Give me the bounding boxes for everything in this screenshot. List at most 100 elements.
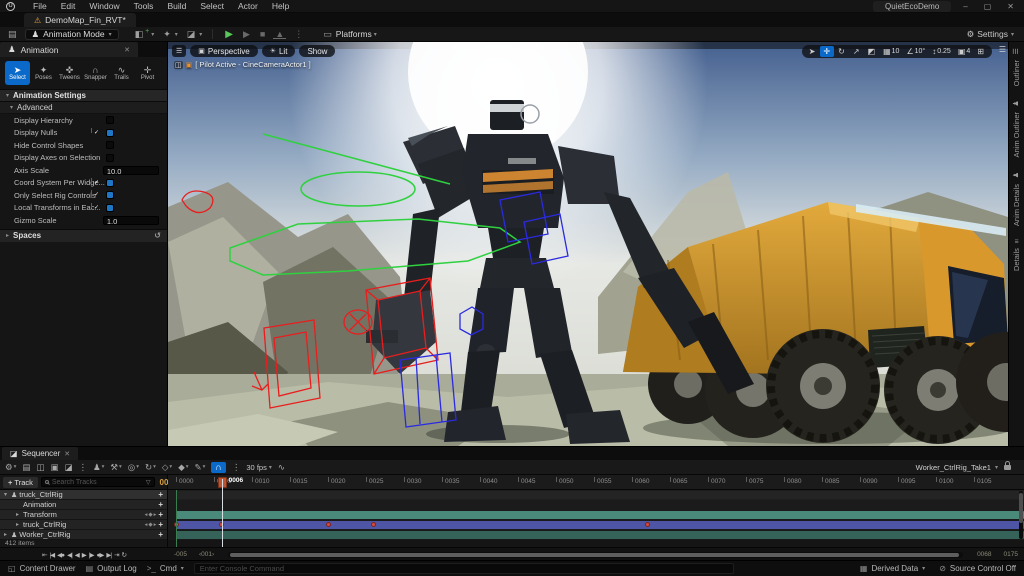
next-keyframe-button[interactable]: ▶| [106,551,111,559]
snap-options-icon[interactable]: ⋮ [232,462,241,473]
sequencer-track-row[interactable]: ♟ Animation ◂◆▸ + [0,500,167,510]
close-button[interactable]: ✕ [1003,2,1018,11]
unreal-logo-icon[interactable]: U [6,2,15,11]
animation-settings-header[interactable]: ▾ Animation Settings [0,89,167,102]
checkbox[interactable]: ✓ [106,179,114,187]
add-section-icon[interactable]: + [158,510,163,519]
camera-icon[interactable]: ▣ ▾ [50,462,58,473]
fps-selector[interactable]: 30 fps ▾ [246,463,271,472]
close-icon[interactable]: ✕ [124,46,130,54]
menu-item[interactable]: Actor [232,1,264,11]
render-movie-icon[interactable]: ◪ ▾ [64,462,72,473]
level-tab[interactable]: ⚠ DemoMap_Fin_RVT* [24,13,136,27]
exit-pilot-icon[interactable]: ◫ [174,61,183,69]
working-range-end[interactable]: 0175 [1004,551,1018,558]
blueprints-button[interactable]: ✦ ▾ [161,29,178,40]
actions-icon[interactable]: ⚒ ▾ [110,462,121,473]
add-section-icon[interactable]: + [158,500,163,509]
sequencer-track-row[interactable]: ▸ ♟ Worker_CtrlRig ◂◆▸ + [0,530,167,540]
track-lane-group[interactable] [168,490,1024,500]
anim-mode-button[interactable]: ✛ Pivot [135,61,160,85]
expander-icon[interactable]: ▾ [4,491,11,498]
play-keys-button[interactable]: ●▶ [96,551,103,559]
sequence-breadcrumb[interactable]: Worker_CtrlRig_Take1 ▾ [916,463,1011,472]
set-end-button[interactable]: ⇥ [114,551,118,559]
derived-data-button[interactable]: ▦ Derived Data ▾ [860,564,925,573]
menu-item[interactable]: File [27,1,53,11]
add-section-icon[interactable]: + [158,490,163,499]
scale-tool-icon[interactable]: ↗ [850,46,864,57]
side-panel-tab[interactable]: Details ≡ [1012,240,1021,271]
kebab-icon[interactable]: ⋮ ▾ [79,462,88,473]
sequencer-track-row[interactable]: ▾ ♟ truck_CtrlRig ◂◆▸ + [0,490,167,500]
playhead[interactable]: 0006 [222,475,223,547]
cmd-selector[interactable]: >_ Cmd ▾ [147,564,184,573]
save-sequence-icon[interactable]: ▤ ▾ [22,462,30,473]
play-reverse-button[interactable]: ◀ [75,551,79,559]
viewport-options-icon[interactable]: ☰ [999,45,1006,54]
viewport-scene[interactable] [168,42,1008,446]
anim-mode-button[interactable]: ✦ Poses [31,61,56,85]
menu-item[interactable]: Edit [55,1,82,11]
side-panel-tab[interactable]: Outliner ☰ [1012,48,1021,86]
expander-icon[interactable]: ▸ [16,521,23,528]
menu-item[interactable]: Help [266,1,295,11]
autokey-icon[interactable]: ◆ ▾ [178,462,188,473]
value-field[interactable]: 1.0 [103,216,159,225]
checkbox[interactable]: ✓ [106,204,114,212]
add-actor-button[interactable]: ◧ + ▾ [133,29,155,40]
anim-mode-button[interactable]: ∩ Snapper [83,61,108,85]
eject-button[interactable]: ▲ [273,30,286,39]
platforms-button[interactable]: ▭ Platforms ▾ [321,29,376,40]
content-drawer-button[interactable]: ◱ Content Drawer [8,564,76,573]
spaces-header[interactable]: ▸ Spaces ↺ [0,229,167,242]
show-flags-button[interactable]: Show [299,45,335,57]
add-section-icon[interactable]: + [158,520,163,529]
viewport-menu-button[interactable]: ☰ [172,45,186,57]
anim-mode-button[interactable]: ➤ Select [5,61,30,85]
checkbox[interactable]: ✓ [106,129,114,137]
camera-speed-icon[interactable]: ▣ 4 [955,46,973,57]
curve-editor-icon[interactable]: ∿ [278,462,285,473]
playback-options-icon[interactable]: ↻ ▾ [145,462,156,473]
browse-sequence-icon[interactable]: ◫ ▾ [36,462,44,473]
console-input[interactable] [194,563,734,574]
bindings-icon[interactable]: ♟ ▾ [93,462,104,473]
playback-range-end[interactable]: 0068 [977,551,991,558]
sequencer-timeline[interactable]: 0000000500100015002000250030003500400045… [168,475,1024,547]
stop-button[interactable]: ■ [258,29,267,39]
track-lane-animation[interactable] [168,500,1024,510]
play-button[interactable]: ▶ [223,29,235,40]
filter-icon[interactable]: ▽ [146,479,151,486]
editor-mode-select[interactable]: ♟ Animation Mode ▾ [25,29,119,40]
sequencer-track-row[interactable]: ▸ ♟ truck_CtrlRig ◂◆▸ + [0,520,167,530]
checkbox[interactable]: ✓ [106,141,114,149]
menu-item[interactable]: Tools [128,1,160,11]
checkbox[interactable]: ✓ [106,191,114,199]
perspective-selector[interactable]: ▣ Perspective [190,45,257,57]
keyframe-dot[interactable] [645,522,650,527]
source-control-button[interactable]: ⊘ Source Control Off [939,564,1016,573]
level-viewport[interactable]: ☰ ▣ Perspective ☀ Lit Show ◫ ▣ [ Pilot A… [168,42,1008,446]
snap-toggle-button[interactable]: ∩ [211,462,226,473]
skip-button[interactable]: ▶ [241,29,252,40]
expander-icon[interactable]: ▸ [4,531,11,538]
track-search[interactable]: ▽ [41,477,155,487]
rotation-snap-icon[interactable]: ∠ 10° [903,46,928,57]
prev-keyframe-button[interactable]: |◀ [49,551,54,559]
timeline-ruler[interactable]: 0000000500100015002000250030003500400045… [168,475,1024,490]
sequencer-options-icon[interactable]: ⚙ ▾ [5,462,16,473]
output-log-button[interactable]: ▤ Output Log [86,564,137,573]
menu-item[interactable]: Select [194,1,230,11]
edit-options-icon[interactable]: ✎ ▾ [195,462,206,473]
lock-icon[interactable] [1004,465,1011,470]
view-range-start[interactable]: ‹001› [199,551,214,558]
play-reverse-keys-button[interactable]: ◀● [57,551,64,559]
set-start-button[interactable]: ⇤ [42,551,46,559]
view-options-icon[interactable]: ◎ ▾ [128,462,139,473]
keyframe-options-icon[interactable]: ◇ ▾ [162,462,172,473]
view-mode-selector[interactable]: ☀ Lit [262,45,296,57]
close-icon[interactable]: ✕ [64,450,70,458]
move-tool-icon[interactable]: ✛ [820,46,834,57]
menu-item[interactable]: Build [161,1,192,11]
